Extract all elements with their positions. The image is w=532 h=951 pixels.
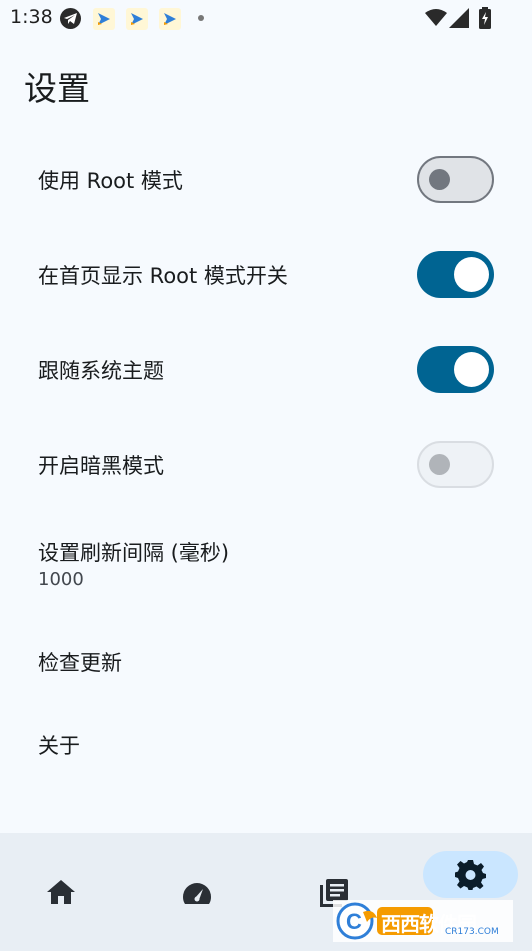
status-time: 1:38 [10,6,53,28]
setting-dark-mode: 开启暗黑模式 [0,418,532,513]
setting-label: 设置刷新间隔 (毫秒) [38,541,230,565]
toggle-knob [454,257,489,292]
setting-root-mode[interactable]: 使用 Root 模式 [0,133,532,228]
toggle-knob [429,454,450,475]
status-bar: 1:38 [0,0,532,38]
nav-settings-active-pill[interactable] [423,851,518,898]
nav-home[interactable] [0,833,133,951]
nav-dashboard[interactable] [133,833,266,951]
battery-charging-icon [479,7,491,33]
setting-label: 跟随系统主题 [38,359,164,383]
setting-label: 开启暗黑模式 [38,454,164,478]
speedometer-icon [181,881,213,909]
settings-screen: 1:38 设置 使用 Root 模式 在首页显示 Root 模式开关 跟随系统主… [0,0,532,951]
refresh-interval-value: 1000 [38,569,84,590]
watermark-logo: C 西西软件园 CR173.COM [333,900,513,942]
setting-check-update[interactable]: 检查更新 [0,618,532,703]
setting-label: 关于 [38,734,80,758]
arrow-app-icon [159,8,181,30]
setting-label: 使用 Root 模式 [38,169,183,193]
root-mode-toggle[interactable] [417,156,494,203]
toggle-knob [429,169,450,190]
signal-icon [449,8,469,32]
arrow-app-icon [126,8,148,30]
home-icon [46,879,76,909]
arrow-app-icon [93,8,115,30]
setting-refresh-interval[interactable]: 设置刷新间隔 (毫秒) 1000 [0,523,532,608]
watermark-subtext: CR173.COM [445,927,499,937]
toggle-knob [454,352,489,387]
telegram-icon [60,8,81,29]
notification-dot [198,15,204,21]
svg-text:C: C [346,909,362,934]
setting-follow-system-theme[interactable]: 跟随系统主题 [0,323,532,418]
setting-about[interactable]: 关于 [0,703,532,788]
follow-system-theme-toggle[interactable] [417,346,494,393]
setting-show-root-on-home[interactable]: 在首页显示 Root 模式开关 [0,228,532,323]
setting-label: 在首页显示 Root 模式开关 [38,264,288,288]
gear-icon [455,859,486,894]
wifi-icon [425,8,447,30]
show-root-toggle[interactable] [417,251,494,298]
page-title: 设置 [24,69,90,108]
setting-label: 检查更新 [38,651,122,675]
dark-mode-toggle [417,441,494,488]
